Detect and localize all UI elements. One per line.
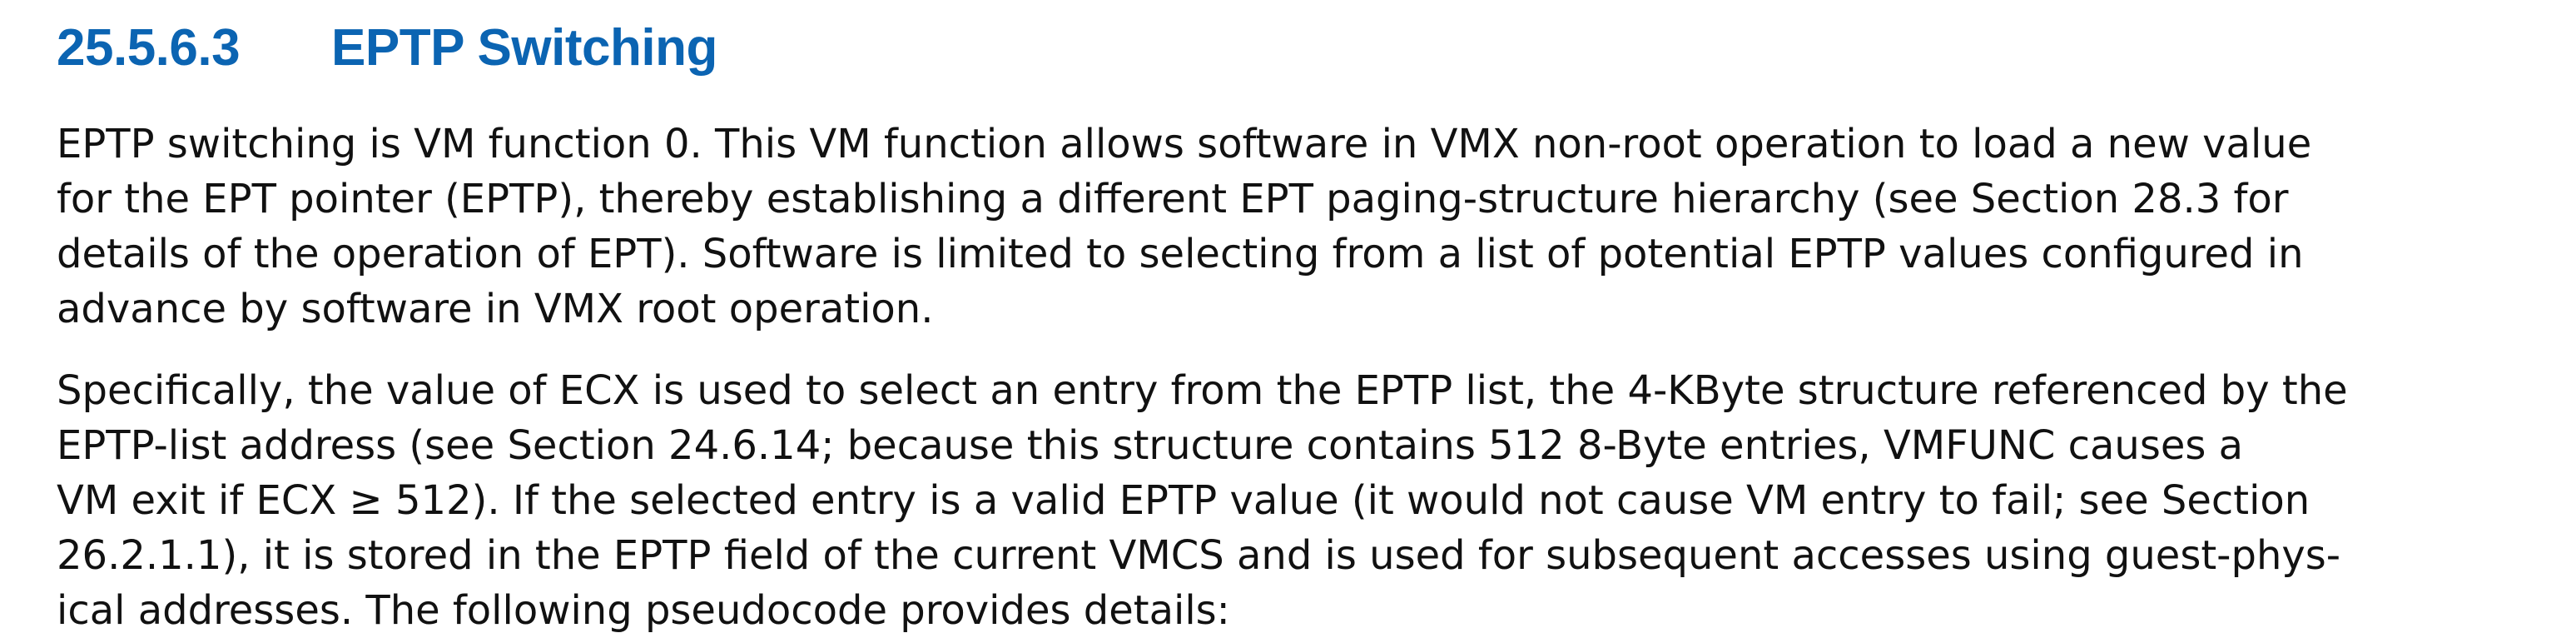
paragraph-line: advance by software in VMX root operatio… [57,286,934,332]
section-number: 25.5.6.3 [57,19,241,77]
paragraph-ecx-selection: Specifically, the value of ECX is used t… [57,363,2526,638]
paragraph-line: ical addresses. The following pseudocode… [57,587,1230,634]
paragraph-line: details of the operation of EPT). Softwa… [57,231,2304,277]
paragraph-line: for the EPT pointer (EPTP), thereby esta… [57,176,2289,222]
paragraph-eptp-overview: EPTP switching is VM function 0. This VM… [57,117,2526,336]
section-title: EPTP Switching [331,19,717,77]
paragraph-line: EPTP-list address (see Section 24.6.14; … [57,422,2244,469]
section-heading: 25.5.6.3 EPTP Switching [57,17,2526,80]
paragraph-line: EPTP switching is VM function 0. This VM… [57,121,2312,167]
paragraph-line: 26.2.1.1), it is stored in the EPTP fiel… [57,532,2341,579]
paragraph-line: VM exit if ECX ≥ 512). If the selected e… [57,477,2310,524]
document-page: 25.5.6.3 EPTP Switching EPTP switching i… [0,0,2576,637]
paragraph-line: Specifically, the value of ECX is used t… [57,367,2348,414]
